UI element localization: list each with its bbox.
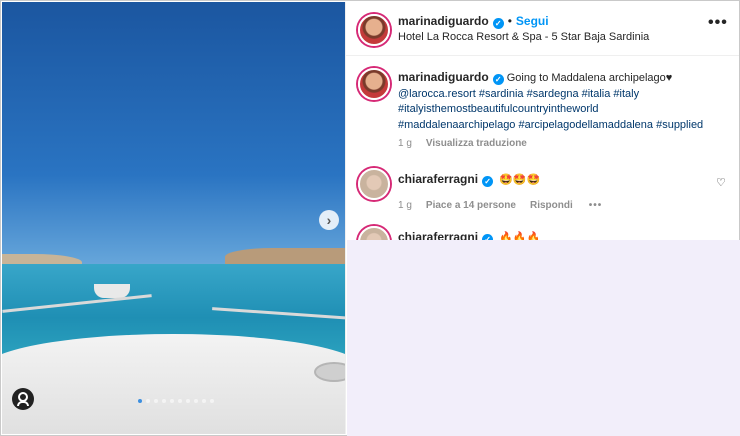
chevron-right-icon[interactable]: › <box>319 210 339 230</box>
verified-badge-icon: ✓ <box>492 74 504 85</box>
carousel-dot <box>162 399 166 403</box>
verified-badge-icon: ✓ <box>492 18 504 29</box>
follow-button[interactable]: Segui <box>516 14 549 28</box>
reply-button[interactable]: Rispondi <box>530 200 573 211</box>
blank-overlay-panel <box>347 240 740 436</box>
carousel-dot <box>186 399 190 403</box>
translate-button[interactable]: Visualizza traduzione <box>426 138 527 149</box>
carousel-dot <box>210 399 214 403</box>
avatar[interactable] <box>358 168 390 200</box>
post-image[interactable]: › <box>2 2 345 434</box>
mention-link[interactable]: @larocca.resort <box>398 88 476 100</box>
boat-deck <box>2 334 345 434</box>
carousel-dot <box>178 399 182 403</box>
location-link[interactable]: Hotel La Rocca Resort & Spa - 5 Star Baj… <box>398 31 649 43</box>
caption-body: Going to Maddalena archipelago♥ <box>506 72 673 84</box>
avatar[interactable] <box>358 68 390 100</box>
hashtag-line[interactable]: #maddalenaarchipelago #arcipelagodellama… <box>398 119 703 131</box>
carousel-dot <box>170 399 174 403</box>
comment-more-icon[interactable]: ••• <box>589 200 603 211</box>
carousel-dot <box>154 399 158 403</box>
heart-icon[interactable]: ♡ <box>716 176 726 189</box>
carousel-dot <box>138 399 142 403</box>
carousel-indicator <box>138 399 214 403</box>
comment-body: chiaraferragni ✓ 🤩🤩🤩 <box>398 172 540 187</box>
separator: • <box>507 14 512 28</box>
comment-age: 1 g <box>398 200 412 211</box>
post-age: 1 g <box>398 138 412 149</box>
avatar[interactable] <box>358 14 390 46</box>
hashtag-line[interactable]: #italyisthemostbeautifulcountryintheworl… <box>398 103 599 115</box>
comment-username[interactable]: chiaraferragni <box>398 172 478 186</box>
more-horizontal-icon[interactable]: ••• <box>708 14 728 32</box>
hashtag-line[interactable]: #sardinia #sardegna #italia #italy <box>479 88 639 100</box>
carousel-dot <box>194 399 198 403</box>
carousel-dot <box>202 399 206 403</box>
carousel-dot <box>146 399 150 403</box>
comment-text: 🤩🤩🤩 <box>499 174 541 186</box>
comment-item: chiaraferragni ✓ 🤩🤩🤩 1 g Piace a 14 persone… <box>346 166 739 226</box>
caption-username[interactable]: marinadiguardo <box>398 70 489 84</box>
user-tag-icon[interactable] <box>12 388 34 410</box>
header-name-line: marinadiguardo ✓ • Segui <box>398 14 549 29</box>
comment-meta: 1 g Piace a 14 persone Rispondi ••• <box>398 200 602 211</box>
verified-badge-icon: ✓ <box>482 176 494 187</box>
caption-text: marinadiguardo ✓ Going to Maddalena archi… <box>398 70 728 133</box>
post-header: marinadiguardo ✓ • Segui Hotel La Rocca Res… <box>346 2 739 56</box>
caption-meta: 1 g Visualizza traduzione <box>398 138 527 149</box>
username-link[interactable]: marinadiguardo <box>398 14 489 28</box>
comment-likes[interactable]: Piace a 14 persone <box>426 200 516 211</box>
